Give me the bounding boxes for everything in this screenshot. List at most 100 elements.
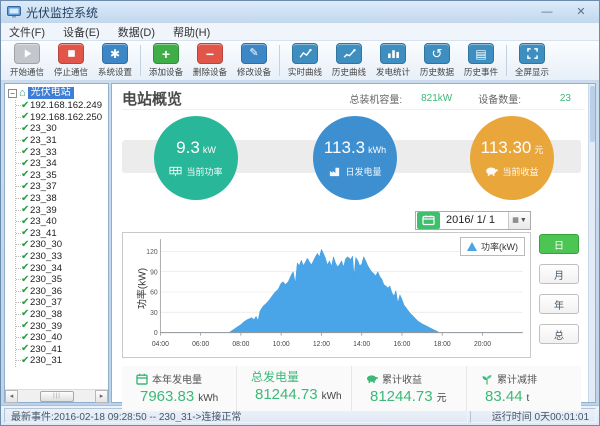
tree-device-item[interactable]: ✔23_41	[16, 228, 108, 240]
stat-unit: kWh	[322, 391, 342, 402]
check-icon: ✔	[21, 321, 29, 331]
wrench-icon: ✎	[241, 43, 267, 64]
body: − ⌂ 光伏电站 ✔192.168.162.249✔192.168.162.25…	[1, 81, 599, 405]
tree-device-item[interactable]: ✔23_33	[16, 146, 108, 158]
tree-device-item[interactable]: ✔23_38	[16, 193, 108, 205]
tree-device-item[interactable]: ✔230_39	[16, 320, 108, 332]
svg-text:0: 0	[154, 328, 158, 338]
period-button-总[interactable]: 总	[539, 324, 579, 344]
scrollbar-thumb[interactable]	[590, 86, 595, 142]
menu-device[interactable]: 设备(E)	[63, 24, 100, 40]
scrollbar-thumb[interactable]: |||	[40, 391, 74, 402]
close-button[interactable]: ✕	[569, 5, 593, 19]
collapse-icon[interactable]: −	[8, 89, 17, 98]
power-plant-icon	[328, 166, 341, 177]
toolbar-generation-stats-button[interactable]: 发电统计	[371, 43, 415, 78]
check-icon: ✔	[21, 309, 29, 319]
main-vertical-scrollbar[interactable]	[588, 84, 595, 402]
chart-row: 功率(kW) 功率(kW) 030609012004:0006:0008:001…	[122, 232, 585, 358]
kpi-circles: 9.3kW当前功率113.3kWh日发电量113.30元当前收益	[122, 114, 585, 206]
stat-label: 本年发电量	[152, 371, 202, 386]
device-list: ✔192.168.162.249✔192.168.162.250✔23_30✔2…	[15, 100, 108, 367]
toolbar-system-settings-button[interactable]: ✱系统设置	[93, 43, 137, 78]
date-picker[interactable]: 2016/ 1/ 1 ▦▼	[415, 211, 531, 230]
tree-device-item[interactable]: ✔23_35	[16, 170, 108, 182]
device-label: 230_34	[30, 263, 62, 274]
power-chart-panel: 功率(kW) 功率(kW) 030609012004:0006:0008:001…	[122, 232, 531, 358]
period-button-月[interactable]: 月	[539, 264, 579, 284]
tree-device-item[interactable]: ✔230_33	[16, 251, 108, 263]
home-icon: ⌂	[19, 88, 26, 98]
toolbar-history-curve-button[interactable]: 历史曲线	[327, 43, 371, 78]
tree-device-item[interactable]: ✔230_41	[16, 343, 108, 355]
period-button-年[interactable]: 年	[539, 294, 579, 314]
toolbar-button-label: 停止通信	[54, 65, 88, 77]
kpi-value: 113.30	[481, 138, 532, 158]
sidebar-horizontal-scrollbar[interactable]: ◂ ||| ▸	[5, 389, 108, 402]
tree-device-item[interactable]: ✔230_31	[16, 355, 108, 367]
toolbar-realtime-curve-button[interactable]: 实时曲线	[283, 43, 327, 78]
toolbar-start-communication-button[interactable]: 开始通信	[5, 43, 49, 78]
device-label: 23_41	[30, 228, 57, 239]
tree-root-row[interactable]: − ⌂ 光伏电站	[8, 86, 108, 100]
kpi-label: 日发电量	[345, 165, 381, 178]
tree-device-item[interactable]: ✔230_37	[16, 297, 108, 309]
minimize-button[interactable]: —	[535, 5, 559, 19]
kpi-label: 当前收益	[502, 165, 538, 178]
device-label: 230_38	[30, 309, 62, 320]
svg-text:04:00: 04:00	[152, 338, 169, 348]
tree-device-item[interactable]: ✔230_36	[16, 286, 108, 298]
tree-device-item[interactable]: ✔23_40	[16, 216, 108, 228]
tree-device-item[interactable]: ✔23_39	[16, 204, 108, 216]
stat-累计收益: 累计收益81244.73元	[351, 366, 466, 411]
date-value[interactable]: 2016/ 1/ 1	[442, 214, 508, 226]
toolbar-delete-device-button[interactable]: −删除设备	[188, 43, 232, 78]
device-label: 230_31	[30, 356, 62, 367]
check-icon: ✔	[21, 333, 29, 343]
check-icon: ✔	[21, 205, 29, 215]
tree-device-item[interactable]: ✔192.168.162.250	[16, 112, 108, 124]
tree-device-item[interactable]: ✔192.168.162.249	[16, 100, 108, 112]
toolbar-history-data-button[interactable]: ↺历史数据	[415, 43, 459, 78]
tree-device-item[interactable]: ✔23_30	[16, 123, 108, 135]
device-label: 230_30	[30, 240, 62, 251]
tree-device-item[interactable]: ✔230_30	[16, 239, 108, 251]
device-label: 23_35	[30, 170, 57, 181]
toolbar-modify-device-button[interactable]: ✎修改设备	[232, 43, 276, 78]
tree-device-item[interactable]: ✔23_34	[16, 158, 108, 170]
history-events-icon: ▤	[468, 43, 494, 64]
plus-icon: +	[153, 43, 179, 64]
menu-help[interactable]: 帮助(H)	[173, 24, 210, 40]
tree-device-item[interactable]: ✔230_34	[16, 262, 108, 274]
toolbar-fullscreen-button[interactable]: 全屏显示	[510, 43, 554, 78]
tree-root-label[interactable]: 光伏电站	[28, 87, 74, 99]
kpi-circle-当前收益: 113.30元当前收益	[470, 116, 554, 200]
check-icon: ✔	[21, 286, 29, 296]
menu-file[interactable]: 文件(F)	[9, 24, 45, 40]
stat-unit: t	[527, 393, 530, 404]
device-label: 230_35	[30, 274, 62, 285]
toolbar-add-device-button[interactable]: +添加设备	[144, 43, 188, 78]
device-label: 230_41	[30, 344, 62, 355]
scroll-left-arrow-icon[interactable]: ◂	[5, 390, 18, 403]
tree-device-item[interactable]: ✔23_31	[16, 135, 108, 147]
toolbar-stop-communication-button[interactable]: 停止通信	[49, 43, 93, 78]
date-dropdown-button[interactable]: ▦▼	[508, 212, 530, 229]
tree-device-item[interactable]: ✔230_35	[16, 274, 108, 286]
toolbar-button-label: 添加设备	[149, 65, 183, 77]
scroll-right-arrow-icon[interactable]: ▸	[95, 390, 108, 403]
tree-device-item[interactable]: ✔230_40	[16, 332, 108, 344]
toolbar: 开始通信停止通信✱系统设置+添加设备−删除设备✎修改设备实时曲线历史曲线发电统计…	[1, 41, 599, 81]
tree-device-item[interactable]: ✔23_37	[16, 181, 108, 193]
tree-device-item[interactable]: ✔230_38	[16, 309, 108, 321]
svg-text:30: 30	[150, 308, 158, 318]
stat-label: 累计收益	[382, 371, 422, 386]
calendar-icon[interactable]	[417, 212, 440, 229]
device-count-value: 23	[527, 93, 571, 104]
play-icon	[14, 43, 40, 64]
toolbar-history-events-button[interactable]: ▤历史事件	[459, 43, 503, 78]
menu-data[interactable]: 数据(D)	[118, 24, 155, 40]
history-data-icon: ↺	[424, 43, 450, 64]
period-button-日[interactable]: 日	[539, 234, 579, 254]
device-label: 23_33	[30, 147, 57, 158]
